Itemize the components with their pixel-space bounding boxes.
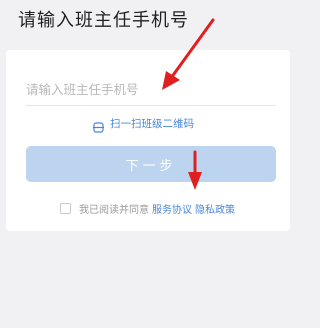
scan-qr-label: 扫一扫班级二维码 — [110, 117, 194, 130]
input-divider — [26, 105, 276, 106]
next-step-button[interactable]: 下一步 — [26, 146, 276, 182]
login-card: 扫一扫班级二维码 下一步 我已阅读并同意 服务协议 隐私政策 — [6, 50, 290, 231]
service-agreement-link[interactable]: 服务协议 — [152, 201, 192, 216]
agree-checkbox[interactable] — [60, 202, 71, 214]
scan-qr-link[interactable]: 扫一扫班级二维码 — [93, 115, 194, 133]
agreement-row: 我已阅读并同意 服务协议 隐私政策 — [60, 200, 235, 216]
scan-icon — [93, 118, 104, 133]
privacy-policy-link[interactable]: 隐私政策 — [195, 201, 235, 216]
phone-input[interactable] — [26, 75, 276, 103]
agree-prefix-text: 我已阅读并同意 — [79, 204, 149, 216]
page-title: 请输入班主任手机号 — [18, 10, 189, 31]
page: 请输入班主任手机号 扫一扫班级二维码 下一步 我已阅读并同意 服务协议 隐私政策 — [0, 0, 292, 328]
